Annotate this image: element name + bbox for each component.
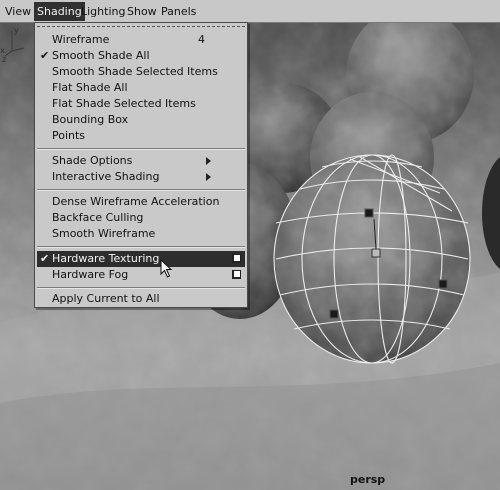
menu-item-label: Points bbox=[52, 129, 86, 142]
shading-dropdown-menu: Wireframe 4 ✔ Smooth Shade All Smooth Sh… bbox=[34, 22, 248, 308]
submenu-arrow-icon bbox=[206, 173, 211, 181]
menu-divider bbox=[37, 246, 245, 248]
menu-divider bbox=[37, 189, 245, 191]
menu-item-shade-options[interactable]: Shade Options bbox=[37, 153, 245, 169]
menu-item-smooth-wireframe[interactable]: Smooth Wireframe bbox=[37, 226, 245, 242]
menu-item-label: Bounding Box bbox=[52, 113, 129, 126]
menu-item-points[interactable]: Points bbox=[37, 128, 245, 144]
submenu-arrow-icon bbox=[206, 157, 211, 165]
menu-lighting[interactable]: Lighting bbox=[78, 2, 128, 21]
menu-item-smooth-shade-selected[interactable]: Smooth Shade Selected Items bbox=[37, 64, 245, 80]
menu-divider bbox=[37, 148, 245, 150]
menu-item-wireframe[interactable]: Wireframe 4 bbox=[37, 32, 245, 48]
option-box-icon[interactable] bbox=[232, 270, 241, 279]
menu-item-label: Backface Culling bbox=[52, 211, 144, 224]
menu-item-label: Smooth Wireframe bbox=[52, 227, 156, 240]
menu-item-label: Interactive Shading bbox=[52, 170, 160, 183]
camera-name-label: persp bbox=[350, 473, 386, 486]
menu-item-label: Dense Wireframe Acceleration bbox=[52, 195, 220, 208]
menu-item-smooth-shade-all[interactable]: ✔ Smooth Shade All bbox=[37, 48, 245, 64]
menu-item-label: Flat Shade All bbox=[52, 81, 128, 94]
menu-item-apply-current-to-all[interactable]: Apply Current to All bbox=[37, 291, 245, 307]
menu-divider bbox=[37, 287, 245, 289]
menu-item-label: Shade Options bbox=[52, 154, 133, 167]
menu-item-hardware-texturing[interactable]: ✔ Hardware Texturing bbox=[37, 251, 245, 267]
menu-show[interactable]: Show bbox=[124, 2, 160, 21]
menu-item-label: Hardware Texturing bbox=[52, 252, 160, 265]
menu-item-bounding-box[interactable]: Bounding Box bbox=[37, 112, 245, 128]
svg-text:z: z bbox=[2, 55, 6, 63]
menu-item-backface-culling[interactable]: Backface Culling bbox=[37, 210, 245, 226]
menu-item-interactive-shading[interactable]: Interactive Shading bbox=[37, 169, 245, 185]
shortcut-key: 4 bbox=[198, 33, 205, 46]
menu-item-hardware-fog[interactable]: Hardware Fog bbox=[37, 267, 245, 283]
menu-item-label: Apply Current to All bbox=[52, 292, 160, 305]
menu-item-flat-shade-all[interactable]: Flat Shade All bbox=[37, 80, 245, 96]
menu-item-dense-wireframe[interactable]: Dense Wireframe Acceleration bbox=[37, 194, 245, 210]
menu-item-label: Smooth Shade Selected Items bbox=[52, 65, 218, 78]
menu-view[interactable]: View bbox=[2, 2, 34, 21]
menu-item-label: Hardware Fog bbox=[52, 268, 129, 281]
menu-item-label: Flat Shade Selected Items bbox=[52, 97, 196, 110]
check-icon: ✔ bbox=[40, 252, 50, 265]
svg-text:y: y bbox=[14, 26, 19, 35]
menu-item-label: Wireframe bbox=[52, 33, 110, 46]
check-icon: ✔ bbox=[40, 49, 50, 62]
option-box-icon[interactable] bbox=[232, 254, 241, 263]
panel-menu-bar: View Shading Lighting Show Panels bbox=[0, 0, 500, 23]
menu-item-flat-shade-selected[interactable]: Flat Shade Selected Items bbox=[37, 96, 245, 112]
menu-item-label: Smooth Shade All bbox=[52, 49, 150, 62]
mouse-cursor-icon bbox=[160, 259, 173, 278]
axis-gizmo-icon: y x z bbox=[0, 26, 25, 63]
menu-panels[interactable]: Panels bbox=[158, 2, 199, 21]
svg-text:x: x bbox=[0, 46, 5, 55]
tear-off-bar[interactable] bbox=[37, 26, 245, 27]
